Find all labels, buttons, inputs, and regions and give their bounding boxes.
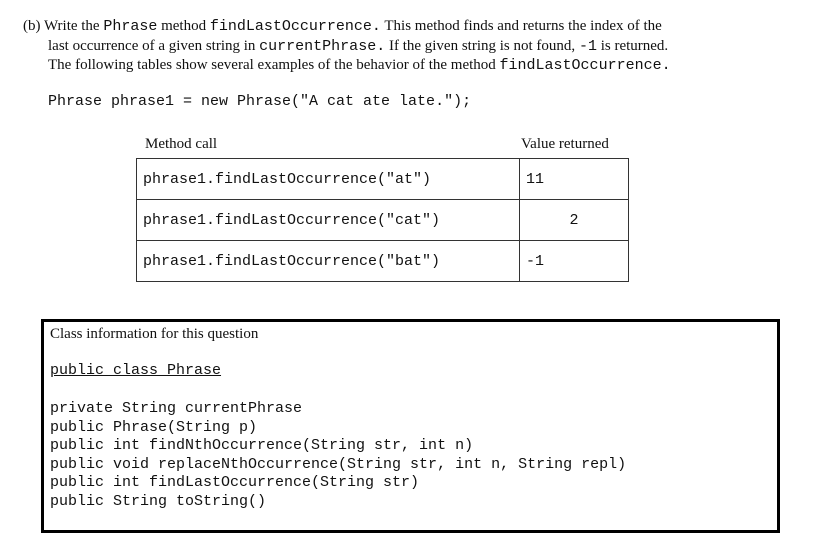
- class-info-title: Class information for this question: [50, 326, 259, 342]
- class-declaration: public class Phrase: [50, 362, 222, 379]
- value-returned-cell: 2: [519, 199, 629, 241]
- prompt-text: last occurrence of a given string in: [48, 37, 260, 54]
- member-method: public String toString(): [50, 492, 267, 510]
- method-call-cell: phrase1.findLastOccurrence("cat"): [136, 199, 520, 241]
- prompt-text: is returned.: [596, 37, 669, 54]
- code-inline: findLastOccurrence.: [209, 18, 381, 35]
- code-inline: findLastOccurrence.: [499, 57, 671, 74]
- value-returned-cell: 11: [519, 158, 629, 200]
- phrase-declaration: Phrase phrase1 = new Phrase("A cat ate l…: [48, 93, 472, 110]
- class-information-box: Class information for this question publ…: [41, 319, 780, 533]
- member-field: private String currentPhrase: [50, 400, 303, 417]
- prompt-text: method: [157, 18, 210, 34]
- code-inline: -1: [578, 37, 597, 55]
- member-constructor: public Phrase(String p): [50, 418, 258, 436]
- value-returned-header: Value returned: [521, 136, 609, 152]
- question-prompt: (b) Write the Phrase method findLastOccu…: [23, 17, 783, 76]
- table-row: phrase1.findLastOccurrence("cat") 2: [136, 199, 629, 241]
- member-method: public void replaceNthOccurrence(String …: [50, 455, 627, 473]
- code-inline: Phrase: [103, 18, 158, 35]
- member-method: public int findLastOccurrence(String str…: [50, 474, 420, 491]
- table-row: phrase1.findLastOccurrence("at") 11: [136, 158, 629, 200]
- prompt-text: The following tables show several exampl…: [48, 57, 500, 73]
- class-members: private String currentPhrase public Phra…: [50, 400, 626, 511]
- prompt-text: If the given string is not found,: [385, 37, 579, 54]
- prompt-line-1: (b) Write the Phrase method findLastOccu…: [23, 17, 783, 37]
- prompt-text: This method finds and returns the index …: [380, 18, 662, 34]
- member-method: public int findNthOccurrence(String str,…: [50, 437, 474, 454]
- value-returned-cell: -1: [519, 240, 629, 282]
- method-call-cell: phrase1.findLastOccurrence("bat"): [136, 240, 520, 282]
- method-call-header: Method call: [145, 136, 218, 152]
- examples-table: phrase1.findLastOccurrence("at") 11 phra…: [136, 158, 629, 282]
- code-inline: currentPhrase.: [259, 37, 386, 55]
- prompt-line-2: last occurrence of a given string in cur…: [23, 37, 783, 57]
- table-row: phrase1.findLastOccurrence("bat") -1: [136, 240, 629, 282]
- prompt-line-3: The following tables show several exampl…: [23, 56, 783, 76]
- prompt-text: (b) Write the: [23, 18, 104, 34]
- method-call-cell: phrase1.findLastOccurrence("at"): [136, 158, 520, 200]
